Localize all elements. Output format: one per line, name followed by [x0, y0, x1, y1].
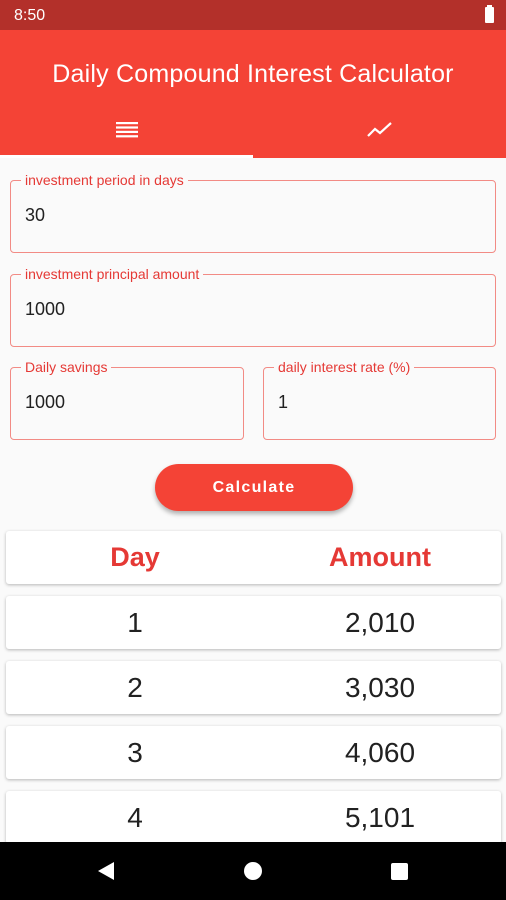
status-bar: 8:50	[0, 0, 506, 30]
daily-interest-rate-field[interactable]: daily interest rate (%) 1	[263, 359, 496, 440]
battery-icon	[485, 5, 494, 23]
investment-period-label: investment period in days	[21, 172, 188, 188]
table-row: 3 4,060	[6, 726, 501, 779]
status-time: 8:50	[14, 7, 46, 24]
calculate-button[interactable]: Calculate	[155, 464, 353, 511]
tab-selected-indicator	[0, 155, 253, 158]
header-day: Day	[110, 542, 160, 572]
row-day: 2	[127, 672, 143, 703]
daily-interest-rate-label: daily interest rate (%)	[274, 359, 415, 375]
header-amount: Amount	[329, 542, 431, 572]
row-day: 4	[127, 802, 143, 833]
table-row: 2 3,030	[6, 661, 501, 714]
tab-chart[interactable]	[253, 110, 506, 158]
row-day: 3	[127, 737, 143, 768]
app-title: Daily Compound Interest Calculator	[52, 60, 454, 88]
row-amount: 2,010	[344, 607, 416, 638]
table-row: 1 2,010	[6, 596, 501, 649]
row-amount: 3,030	[344, 672, 416, 703]
row-amount: 4,060	[344, 737, 416, 768]
daily-savings-field[interactable]: Daily savings 1000	[10, 359, 244, 440]
daily-savings-value: 1000	[25, 392, 66, 412]
table-row: 4 5,101	[6, 791, 501, 844]
daily-interest-rate-value: 1	[278, 392, 289, 412]
table-header: Day Amount	[6, 531, 501, 584]
investment-period-field[interactable]: investment period in days 30	[10, 172, 496, 253]
principal-amount-value: 1000	[25, 299, 66, 319]
recents-icon[interactable]	[391, 863, 408, 880]
back-icon[interactable]	[98, 862, 114, 880]
investment-period-value: 30	[25, 205, 46, 225]
system-nav-bar	[0, 842, 506, 900]
daily-savings-label: Daily savings	[21, 359, 112, 375]
principal-amount-field[interactable]: investment principal amount 1000	[10, 266, 496, 347]
app-bar: Daily Compound Interest Calculator	[0, 30, 506, 158]
home-icon[interactable]	[244, 862, 262, 880]
tab-list[interactable]	[0, 110, 253, 158]
principal-amount-label: investment principal amount	[21, 266, 204, 282]
list-icon	[115, 118, 139, 147]
chart-line-icon	[366, 118, 393, 147]
row-amount: 5,101	[344, 802, 416, 833]
row-day: 1	[127, 607, 143, 638]
